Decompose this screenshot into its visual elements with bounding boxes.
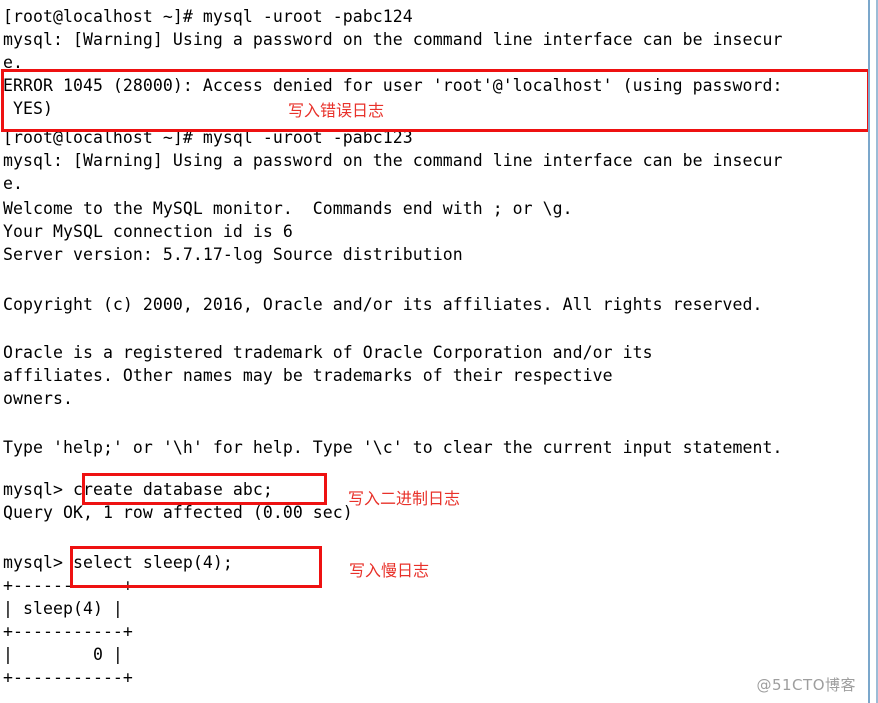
terminal-line: [root@localhost ~]# mysql -uroot -pabc12… [3, 128, 413, 147]
terminal-line: owners. [3, 389, 73, 408]
terminal-line: Oracle is a registered trademark of Orac… [3, 343, 653, 362]
terminal-line: mysql: [Warning] Using a password on the… [3, 30, 783, 49]
terminal-line: mysql: [Warning] Using a password on the… [3, 151, 783, 170]
terminal-line: | sleep(4) | [3, 599, 123, 618]
terminal-line: +-----------+ [3, 576, 133, 595]
terminal-line: Welcome to the MySQL monitor. Commands e… [3, 199, 573, 218]
terminal-line: | 0 | [3, 645, 123, 664]
terminal-line: Server version: 5.7.17-log Source distri… [3, 245, 463, 264]
terminal-line: mysql> select sleep(4); [3, 553, 233, 572]
binary-log-annotation-label: 写入二进制日志 [348, 489, 461, 508]
terminal-line: [root@localhost ~]# mysql -uroot -pabc12… [3, 7, 413, 26]
terminal-line: ERROR 1045 (28000): Access denied for us… [3, 76, 783, 95]
terminal-line: affiliates. Other names may be trademark… [3, 366, 613, 385]
terminal-line: +-----------+ [3, 668, 133, 687]
slow-log-annotation-label: 写入慢日志 [349, 561, 430, 580]
terminal-line: mysql> create database abc; [3, 480, 273, 499]
terminal-line: Query OK, 1 row affected (0.00 sec) [3, 503, 353, 522]
terminal-line: Copyright (c) 2000, 2016, Oracle and/or … [3, 295, 763, 314]
error-log-annotation-label: 写入错误日志 [288, 101, 385, 120]
terminal-line: e. [3, 53, 23, 72]
terminal-line: YES) [3, 99, 53, 118]
terminal-output-area[interactable]: [root@localhost ~]# mysql -uroot -pabc12… [0, 0, 870, 703]
window-right-border [868, 0, 878, 703]
terminal-line: Your MySQL connection id is 6 [3, 222, 293, 241]
terminal-screenshot: [root@localhost ~]# mysql -uroot -pabc12… [0, 0, 878, 703]
terminal-line: e. [3, 174, 23, 193]
site-watermark: @51CTO博客 [756, 676, 856, 694]
terminal-line: +-----------+ [3, 622, 133, 641]
terminal-line: Type 'help;' or '\h' for help. Type '\c'… [3, 438, 783, 457]
